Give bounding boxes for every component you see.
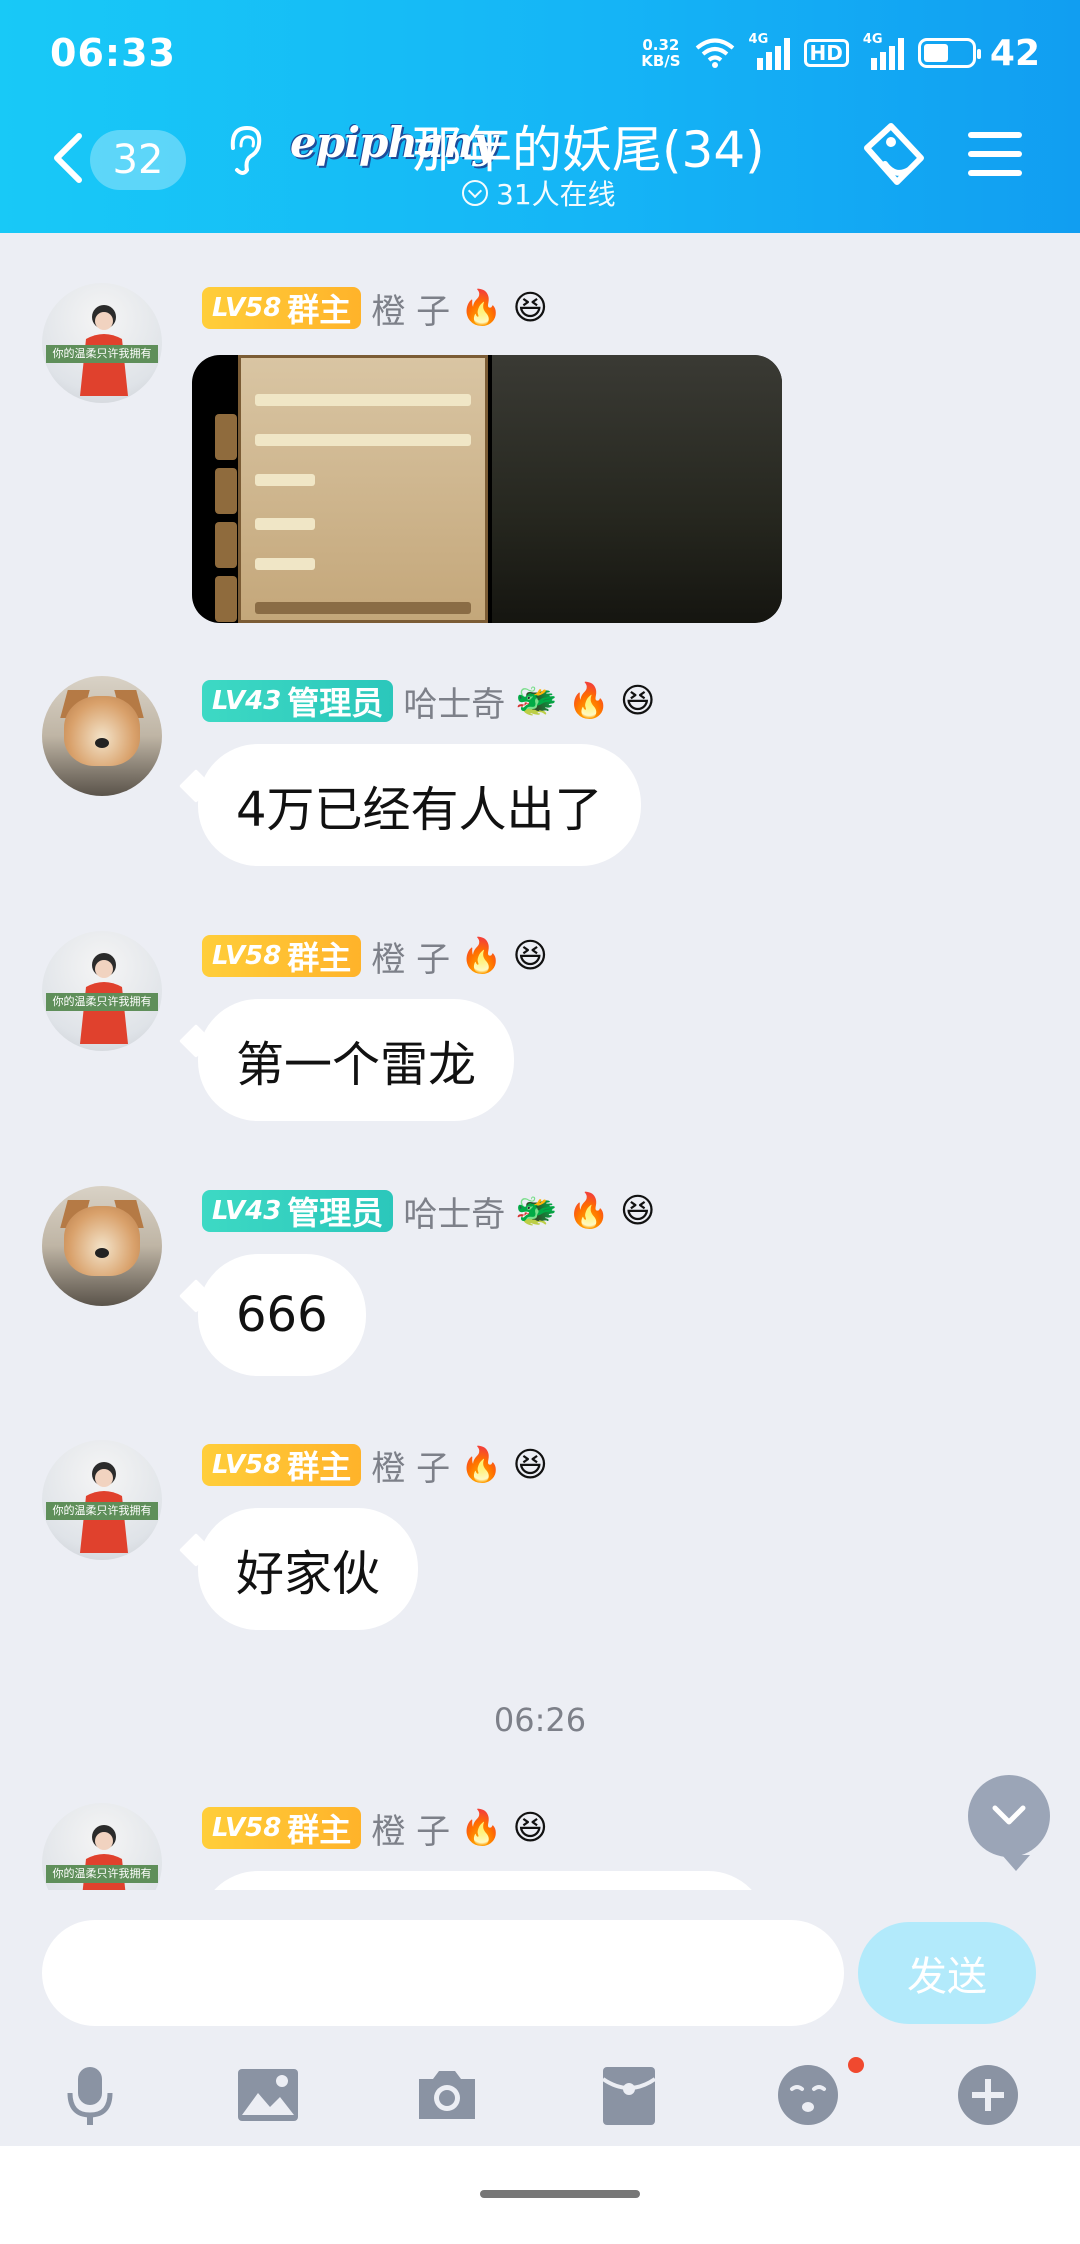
back-icon[interactable]	[45, 128, 95, 188]
image-message[interactable]	[192, 355, 782, 623]
system-nav-bar	[0, 2146, 1080, 2244]
message-item: LV43 管理员 哈士奇 🐲 🔥 😆 666	[0, 1186, 1080, 1386]
message-item: 你的温柔只许我拥有 LV58 群主 橙 子 🔥 😆	[0, 1803, 1080, 1890]
ear-icon[interactable]	[225, 120, 265, 180]
status-time: 06:33	[50, 31, 176, 75]
avatar[interactable]	[42, 1186, 162, 1306]
sender-name[interactable]: 橙 子	[371, 932, 450, 981]
avatar[interactable]	[42, 676, 162, 796]
fire-icon: 🔥	[567, 681, 610, 721]
message-meta: LV58 群主 橙 子 🔥 😆	[202, 1804, 548, 1853]
message-bubble[interactable]: 666	[198, 1254, 366, 1376]
fire-icon: 🔥	[567, 1191, 610, 1231]
laughing-face-icon: 😆	[512, 1808, 548, 1848]
dragon-icon: 🐲	[515, 681, 558, 721]
level-badge: LV58 群主	[202, 935, 362, 977]
message-input[interactable]	[42, 1920, 844, 2026]
wifi-icon	[695, 38, 734, 68]
group-name[interactable]: 那年的妖尾(34)	[412, 110, 765, 182]
send-button[interactable]: 发送	[858, 1922, 1036, 2024]
message-meta: LV58 群主 橙 子 🔥 😆	[202, 284, 548, 333]
message-item: 你的温柔只许我拥有 LV58 群主 橙 子 🔥 😆	[0, 283, 1080, 653]
image-icon[interactable]	[236, 2063, 300, 2127]
signal-1: 4G	[749, 32, 790, 70]
avatar[interactable]: 你的温柔只许我拥有	[42, 1440, 162, 1560]
fire-icon: 🔥	[460, 1808, 503, 1848]
hd-icon: HD	[803, 39, 849, 67]
laughing-face-icon: 😆	[512, 936, 548, 976]
game-chat-screenshot	[215, 355, 488, 623]
online-status[interactable]: 31人在线	[462, 173, 616, 213]
emoji-icon[interactable]	[776, 2063, 840, 2127]
chevron-down-icon	[992, 1805, 1026, 1825]
fire-icon: 🔥	[460, 288, 503, 328]
message-meta: LV58 群主 橙 子 🔥 😆	[202, 932, 548, 981]
laughing-face-icon: 😆	[512, 288, 548, 328]
message-bubble[interactable]: 好家伙	[198, 1508, 419, 1630]
laughing-face-icon: 😆	[620, 1191, 656, 1231]
level-badge: LV43 管理员	[202, 1190, 394, 1232]
plus-icon[interactable]	[956, 2063, 1020, 2127]
level-badge: LV58 群主	[202, 1444, 362, 1486]
message-item: LV43 管理员 哈士奇 🐲 🔥 😆 4万已经有人出了	[0, 676, 1080, 876]
app-header: 06:33 0.32 KB/S 4G HD 4G 42 32 epiphany …	[0, 0, 1080, 233]
avatar[interactable]: 你的温柔只许我拥有	[42, 931, 162, 1051]
message-bubble[interactable]: 第一个雷龙	[198, 999, 515, 1121]
laughing-face-icon: 😆	[512, 1445, 548, 1485]
message-meta: LV43 管理员 哈士奇 🐲 🔥 😆	[202, 677, 656, 726]
scroll-to-bottom-button[interactable]	[968, 1775, 1050, 1871]
level-badge: LV58 群主	[202, 287, 362, 329]
fire-icon: 🔥	[460, 936, 503, 976]
notification-dot	[848, 2057, 864, 2073]
message-meta: LV43 管理员 哈士奇 🐲 🔥 😆	[202, 1187, 656, 1236]
sender-name[interactable]: 哈士奇	[403, 677, 505, 726]
battery-icon	[917, 38, 981, 68]
status-icons: 0.32 KB/S 4G HD 4G 42	[641, 32, 1040, 74]
menu-icon[interactable]	[968, 132, 1022, 180]
fire-icon: 🔥	[460, 1445, 503, 1485]
chevron-down-circle-icon	[462, 180, 488, 206]
red-packet-icon[interactable]	[597, 2063, 661, 2127]
sender-name[interactable]: 哈士奇	[403, 1187, 505, 1236]
message-bubble[interactable]	[198, 1871, 768, 1890]
chat-list[interactable]: 你的温柔只许我拥有 LV58 群主 橙 子 🔥 😆 LV43 管理员 哈士奇 🐲…	[0, 233, 1080, 1890]
message-item: 你的温柔只许我拥有 LV58 群主 橙 子 🔥 😆 第一个雷龙	[0, 931, 1080, 1131]
camera-icon[interactable]	[415, 2063, 479, 2127]
message-item: 你的温柔只许我拥有 LV58 群主 橙 子 🔥 😆 好家伙	[0, 1440, 1080, 1640]
microphone-icon[interactable]	[58, 2063, 122, 2127]
avatar[interactable]: 你的温柔只许我拥有	[42, 1803, 162, 1890]
net-speed: 0.32 KB/S	[641, 36, 681, 70]
message-bubble[interactable]: 4万已经有人出了	[198, 744, 641, 866]
home-indicator[interactable]	[480, 2190, 640, 2198]
sender-name[interactable]: 橙 子	[371, 1804, 450, 1853]
tag-icon[interactable]	[855, 118, 935, 198]
level-badge: LV43 管理员	[202, 680, 394, 722]
nav-bar: 32 epiphany 那年的妖尾(34) 31人在线	[0, 118, 1080, 211]
message-meta: LV58 群主 橙 子 🔥 😆	[202, 1441, 548, 1490]
laughing-face-icon: 😆	[620, 681, 656, 721]
sender-name[interactable]: 橙 子	[371, 1441, 450, 1490]
input-bar: 发送	[0, 1890, 1080, 2146]
dragon-icon: 🐲	[515, 1191, 558, 1231]
sender-name[interactable]: 橙 子	[371, 284, 450, 333]
avatar[interactable]: 你的温柔只许我拥有	[42, 283, 162, 403]
timestamp: 06:26	[493, 1701, 587, 1739]
battery-level: 42	[989, 32, 1040, 74]
signal-2: 4G	[863, 32, 904, 70]
status-bar: 06:33 0.32 KB/S 4G HD 4G 42	[50, 28, 1040, 78]
unread-count-badge[interactable]: 32	[90, 130, 186, 190]
level-badge: LV58 群主	[202, 1807, 362, 1849]
toolbar	[0, 2045, 1080, 2145]
